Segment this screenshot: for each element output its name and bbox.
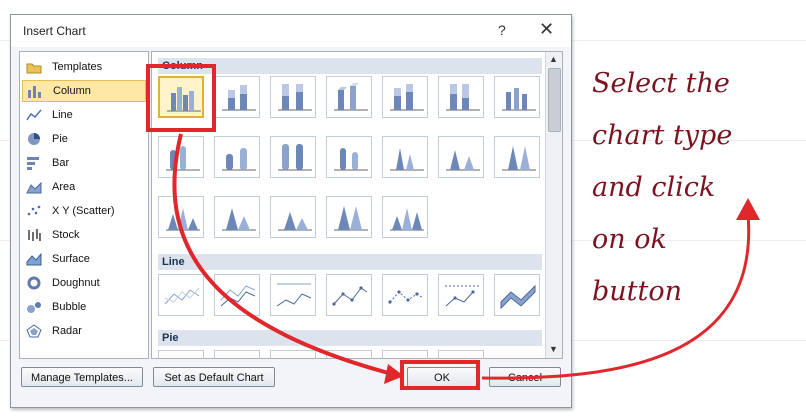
instruction-note: Select the chart type and click on ok bu… [592,68,733,307]
arrow-to-ok-head [384,364,404,384]
arrow-to-ok [172,133,393,376]
